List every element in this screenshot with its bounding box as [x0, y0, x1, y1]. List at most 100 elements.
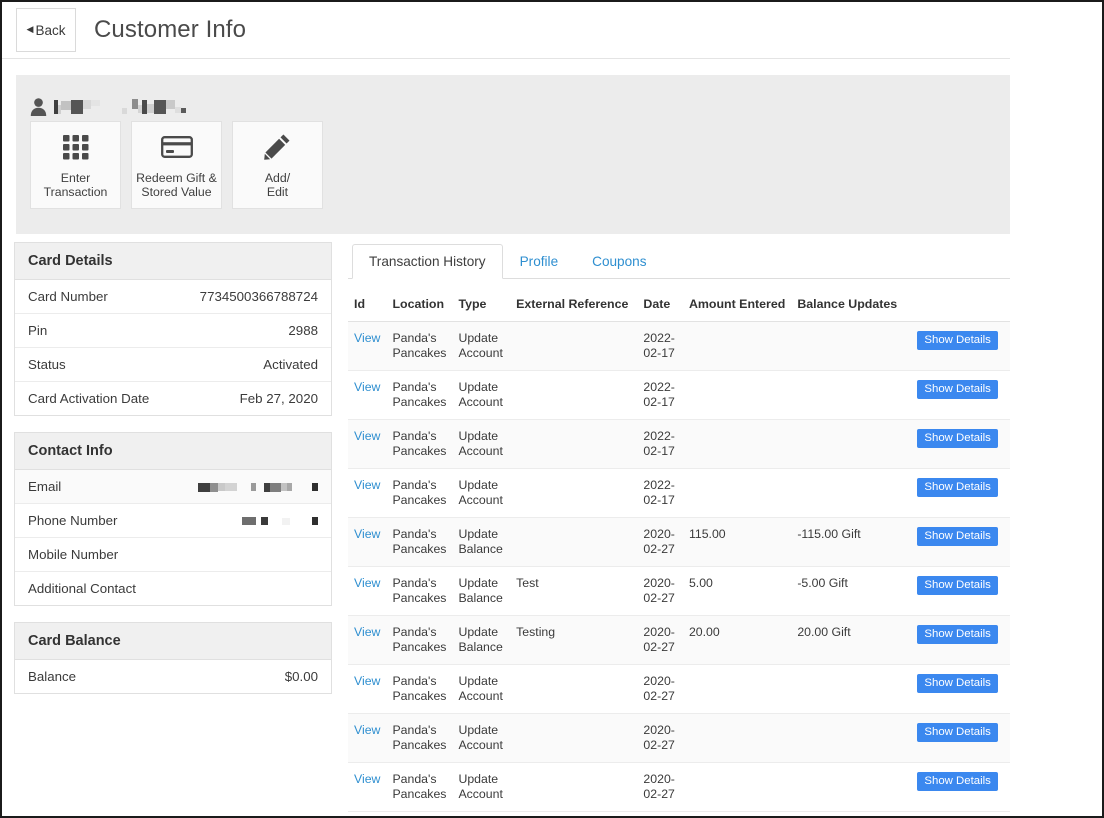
cell-external-reference — [510, 713, 638, 763]
left-column: Card Details Card Number 773450036678872… — [14, 242, 332, 816]
table-row: View Panda's Pancakes Update Account 2022-0… — [348, 370, 1010, 420]
view-link[interactable]: View — [354, 478, 380, 492]
column-header-type[interactable]: Type — [452, 279, 511, 322]
cell-date: 2022-02-17 — [637, 321, 683, 371]
cell-external-reference — [510, 370, 638, 420]
show-details-button[interactable]: Show Details — [917, 380, 998, 399]
cell-external-reference — [510, 664, 638, 714]
back-button[interactable]: ◀ Back — [16, 8, 76, 52]
card-activation-date-value: Feb 27, 2020 — [239, 391, 318, 406]
view-link[interactable]: View — [354, 674, 380, 688]
cell-actions: Show Details — [911, 468, 1010, 518]
tab-profile[interactable]: Profile — [503, 244, 576, 279]
column-header-external-reference[interactable]: External Reference — [510, 279, 638, 322]
cell-location: Panda's Pancakes — [386, 566, 453, 616]
cell-view-link[interactable]: View — [348, 615, 387, 665]
table-row: View Panda's Pancakes Update Account 2022-0… — [348, 419, 1010, 469]
cell-type: Update Account — [452, 468, 511, 518]
cell-view-link[interactable]: View — [348, 468, 387, 518]
tab-transaction-history[interactable]: Transaction History — [352, 244, 503, 279]
show-details-button[interactable]: Show Details — [917, 772, 998, 791]
show-details-button[interactable]: Show Details — [917, 576, 998, 595]
cell-view-link[interactable]: View — [348, 419, 387, 469]
view-link[interactable]: View — [354, 576, 380, 590]
cell-balance-updates — [791, 419, 912, 469]
cell-location: Panda's Pancakes — [386, 713, 453, 763]
view-link[interactable]: View — [354, 625, 380, 639]
show-details-button[interactable]: Show Details — [917, 625, 998, 644]
cell-date: 2020-02-27 — [637, 713, 683, 763]
contact-info-row: Phone Number — [15, 504, 331, 538]
cell-balance-updates — [791, 762, 912, 812]
cell-view-link[interactable]: View — [348, 566, 387, 616]
view-link[interactable]: View — [354, 380, 380, 394]
add-edit-button[interactable]: Add/ Edit — [232, 121, 323, 209]
status-value: Activated — [263, 357, 318, 372]
show-details-button[interactable]: Show Details — [917, 527, 998, 546]
main-content: Card Details Card Number 773450036678872… — [14, 242, 1010, 816]
redeem-gift-stored-value-label: Redeem Gift & Stored Value — [136, 170, 217, 200]
view-link[interactable]: View — [354, 527, 380, 541]
cell-view-link[interactable]: View — [348, 370, 387, 420]
cell-external-reference — [510, 419, 638, 469]
table-row: View Panda's Pancakes Update Balance Testin… — [348, 615, 1010, 665]
column-header-actions — [911, 279, 1010, 322]
show-details-button[interactable]: Show Details — [917, 478, 998, 497]
contact-info-row: Mobile Number — [15, 538, 331, 572]
column-header-id[interactable]: Id — [348, 279, 387, 322]
cell-view-link[interactable]: View — [348, 517, 387, 567]
show-details-button[interactable]: Show Details — [917, 723, 998, 742]
show-details-button[interactable]: Show Details — [917, 429, 998, 448]
cell-balance-updates: 20.00 Gift — [791, 615, 912, 665]
column-header-amount-entered[interactable]: Amount Entered — [682, 279, 792, 322]
card-details-title: Card Details — [15, 243, 331, 280]
view-link[interactable]: View — [354, 723, 380, 737]
card-balance-panel: Card Balance Balance $0.00 — [14, 622, 332, 694]
cell-type: Update Balance — [452, 517, 511, 567]
phone-number-value-redacted — [242, 513, 318, 528]
cell-external-reference — [510, 321, 638, 371]
show-details-button[interactable]: Show Details — [917, 674, 998, 693]
column-header-location[interactable]: Location — [386, 279, 453, 322]
cell-view-link[interactable]: View — [348, 321, 387, 371]
card-details-row: Pin 2988 — [15, 314, 331, 348]
cell-amount-entered: 5.00 — [682, 566, 792, 616]
enter-transaction-button[interactable]: Enter Transaction — [30, 121, 121, 209]
cell-date: 2020-02-27 — [637, 615, 683, 665]
column-header-balance-updates[interactable]: Balance Updates — [791, 279, 912, 322]
customer-name-row — [16, 75, 1010, 119]
cell-view-link[interactable]: View — [348, 664, 387, 714]
card-balance-row: Balance $0.00 — [15, 660, 331, 693]
cell-view-link[interactable]: View — [348, 713, 387, 763]
right-column: Transaction History Profile Coupons Id L… — [348, 242, 1010, 816]
show-details-button[interactable]: Show Details — [917, 331, 998, 350]
view-link[interactable]: View — [354, 429, 380, 443]
balance-value: $0.00 — [284, 669, 318, 684]
cell-amount-entered — [682, 419, 792, 469]
column-header-date[interactable]: Date — [637, 279, 683, 322]
customer-name-redacted — [54, 98, 186, 116]
table-row: View Panda's Pancakes Update Account 2020-0… — [348, 664, 1010, 714]
cell-balance-updates — [791, 713, 912, 763]
cell-external-reference: Test — [510, 566, 638, 616]
cell-view-link[interactable]: View — [348, 762, 387, 812]
cell-type: Update Balance — [452, 566, 511, 616]
pin-label: Pin — [28, 323, 48, 338]
redeem-gift-stored-value-button[interactable]: Redeem Gift & Stored Value — [131, 121, 222, 209]
cell-actions: Show Details — [911, 615, 1010, 665]
card-details-row: Card Number 7734500366788724 — [15, 280, 331, 314]
view-link[interactable]: View — [354, 331, 380, 345]
tab-coupons[interactable]: Coupons — [575, 244, 663, 279]
pencil-edit-icon — [264, 131, 291, 163]
cell-actions: Show Details — [911, 517, 1010, 567]
cell-actions: Show Details — [911, 419, 1010, 469]
table-row: View Panda's Pancakes Update Account 2022-0… — [348, 321, 1010, 371]
view-link[interactable]: View — [354, 772, 380, 786]
cell-date: 2022-02-17 — [637, 468, 683, 518]
cell-balance-updates — [791, 321, 912, 371]
cell-external-reference: Testing — [510, 615, 638, 665]
cell-type: Update Account — [452, 321, 511, 371]
additional-contact-label: Additional Contact — [28, 581, 136, 596]
cell-type: Update Account — [452, 370, 511, 420]
cell-balance-updates: -115.00 Gift — [791, 517, 912, 567]
